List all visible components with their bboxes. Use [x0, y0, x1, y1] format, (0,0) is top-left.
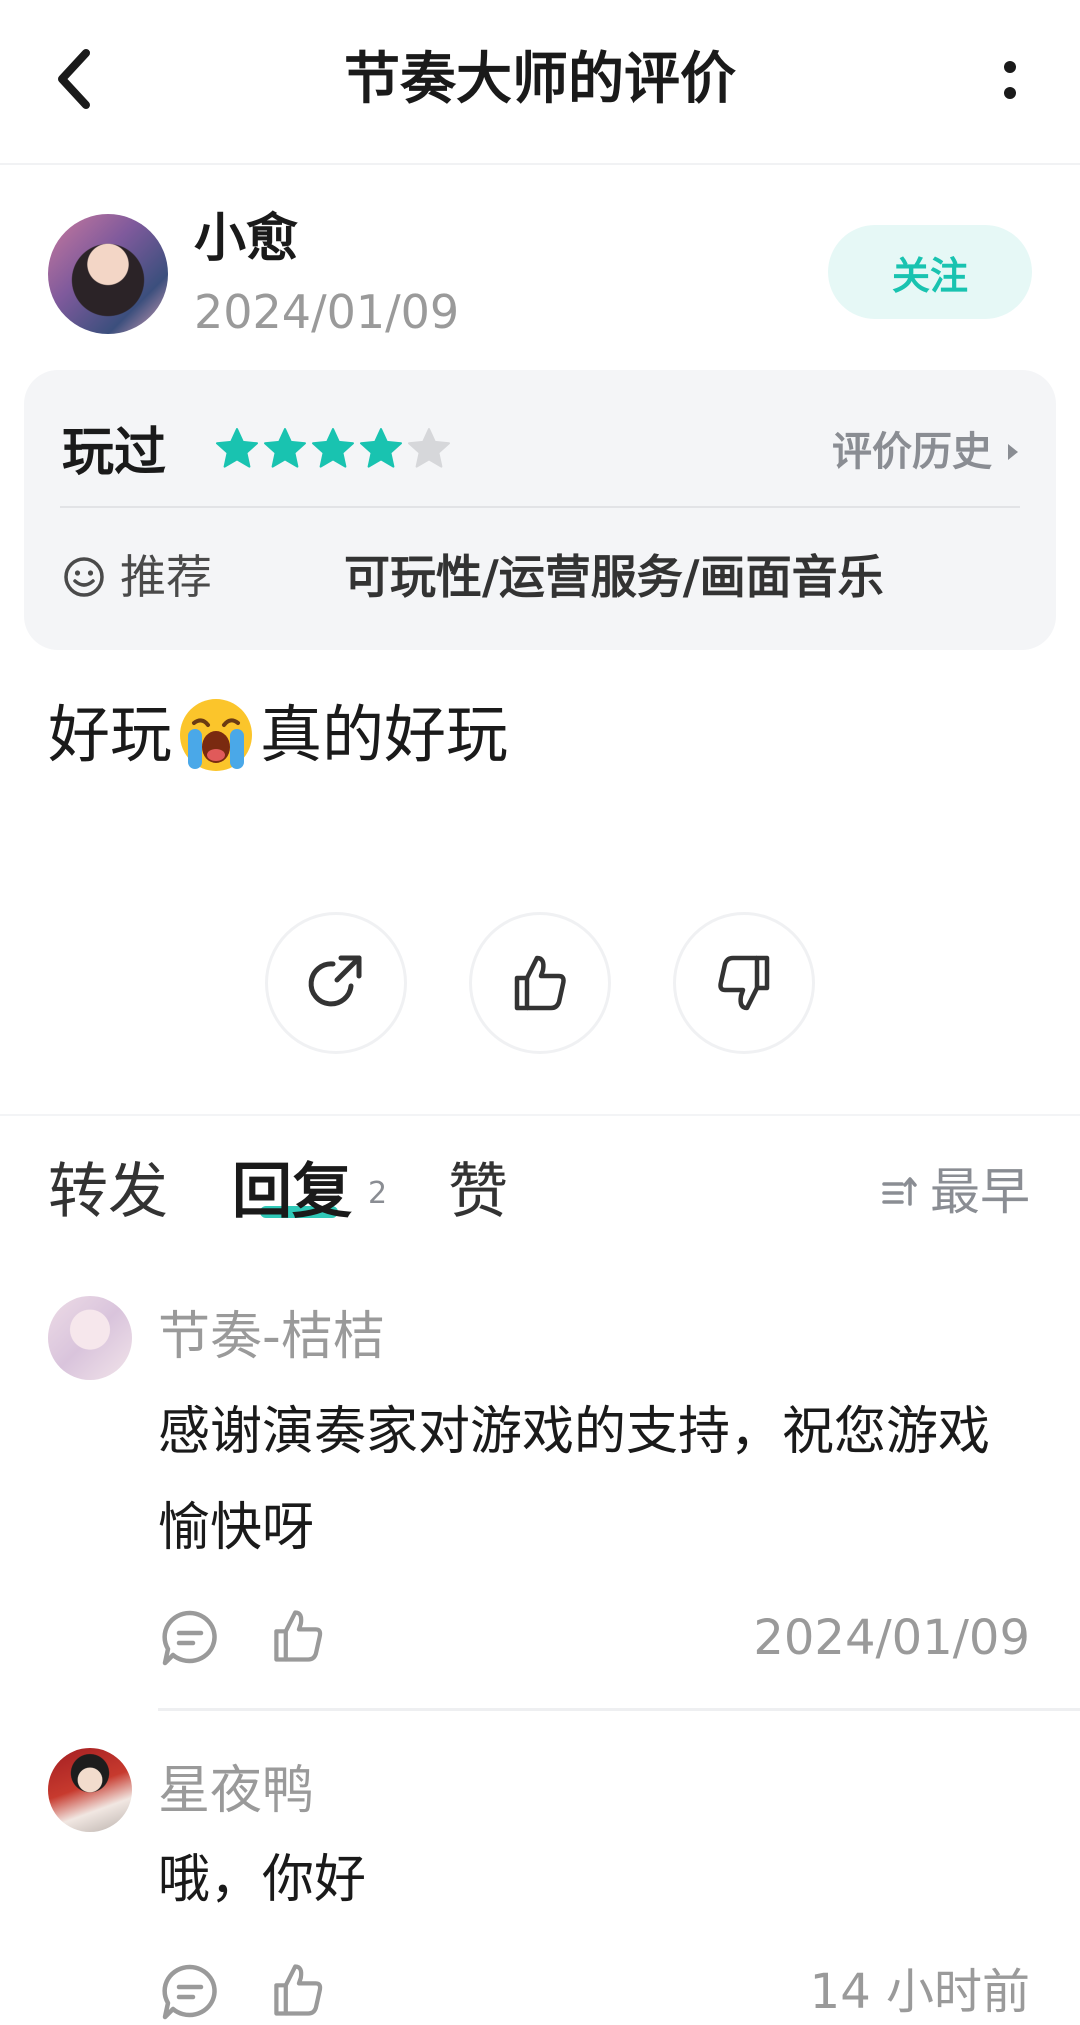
review-history-label: 评价历史 [832, 429, 992, 475]
rating-card: 玩过 评价历史 推荐 可玩性/运营服务/画面音乐 [24, 370, 1056, 650]
more-vertical-icon [1004, 61, 1016, 99]
smile-icon [64, 557, 104, 597]
author-name[interactable]: 小愈 [194, 204, 298, 274]
comment-like-button[interactable] [266, 1958, 330, 2022]
review-text-start: 好玩 [48, 698, 173, 771]
comment-divider [158, 1708, 1080, 1711]
star-filled-icon [216, 428, 258, 468]
chevron-left-icon [58, 49, 90, 109]
star-filled-icon [312, 428, 354, 468]
played-status: 玩过 [62, 423, 167, 483]
star-empty-icon [408, 428, 450, 468]
comment-text: 哦，你好 [158, 1850, 367, 1910]
sort-toggle[interactable]: 最早 [882, 1152, 1030, 1232]
like-button[interactable] [469, 912, 611, 1054]
commenter-name[interactable]: 节奏-桔桔 [158, 1302, 385, 1372]
comment-time: 2024/01/09 [753, 1610, 1030, 1666]
tab-repost[interactable]: 转发 [48, 1152, 168, 1232]
reply-button[interactable] [158, 1606, 222, 1670]
thumbs-up-icon [274, 1610, 323, 1662]
follow-button[interactable]: 关注 [828, 225, 1032, 319]
author-avatar[interactable] [48, 214, 168, 334]
thumbs-down-icon [718, 955, 770, 1011]
star-rating [214, 426, 452, 472]
comment-bubble-icon [162, 1964, 217, 2020]
thumbs-up-icon [514, 955, 566, 1011]
commenter-avatar[interactable] [48, 1748, 132, 1832]
tab-reply[interactable]: 回复 [232, 1152, 352, 1232]
thumbs-up-icon [274, 1964, 323, 2016]
review-date: 2024/01/09 [194, 285, 460, 339]
review-body: 好玩 真的好玩 [48, 690, 508, 780]
dislike-button[interactable] [673, 912, 815, 1054]
star-filled-icon [264, 428, 306, 468]
review-text-end: 真的好玩 [260, 698, 509, 771]
comment-time: 14 小时前 [809, 1964, 1030, 2020]
top-bar: 节奏大师的评价 [0, 0, 1080, 165]
comment-text: 感谢演奏家对游戏的支持，祝您游戏愉快呀 [158, 1402, 991, 1558]
share-icon [308, 955, 362, 1007]
caret-right-icon [1008, 444, 1018, 460]
more-button[interactable] [990, 50, 1030, 110]
comment-like-button[interactable] [266, 1604, 330, 1668]
comment-bubble-icon [162, 1610, 217, 1666]
section-divider [0, 1114, 1080, 1116]
reply-count: 2 [368, 1176, 388, 1211]
review-history-link[interactable]: 评价历史 [832, 420, 1020, 484]
commenter-avatar[interactable] [48, 1296, 132, 1380]
back-button[interactable] [44, 44, 104, 114]
sort-label: 最早 [930, 1163, 1030, 1221]
review-tags: 可玩性/运营服务/画面音乐 [344, 550, 884, 604]
share-button[interactable] [265, 912, 407, 1054]
commenter-name[interactable]: 星夜鸭 [158, 1756, 314, 1826]
page-title: 节奏大师的评价 [344, 47, 736, 112]
card-divider [60, 506, 1020, 508]
star-filled-icon [360, 428, 402, 468]
tab-likes[interactable]: 赞 [448, 1152, 508, 1232]
recommend-indicator: 推荐 [62, 542, 212, 612]
loudly-crying-face-icon [180, 699, 253, 771]
reply-button[interactable] [158, 1960, 222, 2024]
recommend-label: 推荐 [120, 550, 212, 604]
sort-icon [882, 1177, 917, 1206]
